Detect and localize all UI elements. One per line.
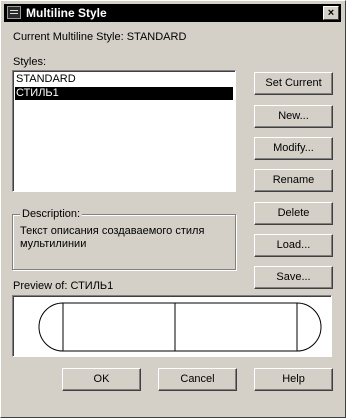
description-text-line2: мультилинии — [20, 238, 87, 250]
ok-button[interactable]: OK — [62, 368, 141, 391]
description-text-line1: Текст описания создаваемого стиля — [20, 225, 205, 237]
rename-button[interactable]: Rename — [254, 169, 333, 192]
cancel-button[interactable]: Cancel — [158, 368, 237, 391]
modify-button[interactable]: Modify... — [254, 137, 333, 160]
new-button[interactable]: New... — [254, 105, 333, 128]
list-item-standard[interactable]: STANDARD — [15, 73, 233, 86]
styles-label: Styles: — [13, 56, 47, 68]
multiline-preview — [38, 302, 322, 352]
current-style-line: Current Multiline Style: STANDARD — [13, 31, 186, 43]
close-button[interactable]: × — [323, 6, 339, 20]
close-icon: × — [327, 7, 335, 19]
title-bar[interactable]: Multiline Style × — [4, 4, 341, 22]
current-style-value: STANDARD — [126, 31, 187, 43]
multiline-style-dialog: Multiline Style × Current Multiline Styl… — [0, 0, 346, 418]
preview-box — [12, 295, 332, 357]
set-current-button[interactable]: Set Current — [254, 72, 333, 95]
preview-label: Preview of: — [13, 280, 68, 292]
current-style-label: Current Multiline Style: — [13, 31, 124, 43]
app-icon — [7, 6, 21, 19]
delete-button[interactable]: Delete — [254, 202, 333, 225]
load-button[interactable]: Load... — [254, 234, 333, 257]
styles-list[interactable]: STANDARD СТИЛЬ1 — [12, 70, 236, 192]
help-button[interactable]: Help — [254, 368, 333, 391]
preview-heading: Preview of: СТИЛЬ1 — [13, 280, 113, 292]
preview-style-name: СТИЛЬ1 — [70, 280, 114, 292]
list-item-stil1[interactable]: СТИЛЬ1 — [15, 87, 233, 100]
description-label: Description: — [20, 208, 83, 220]
save-button[interactable]: Save... — [254, 266, 333, 289]
multiline-shape — [38, 302, 322, 352]
window-title: Multiline Style — [26, 6, 107, 20]
